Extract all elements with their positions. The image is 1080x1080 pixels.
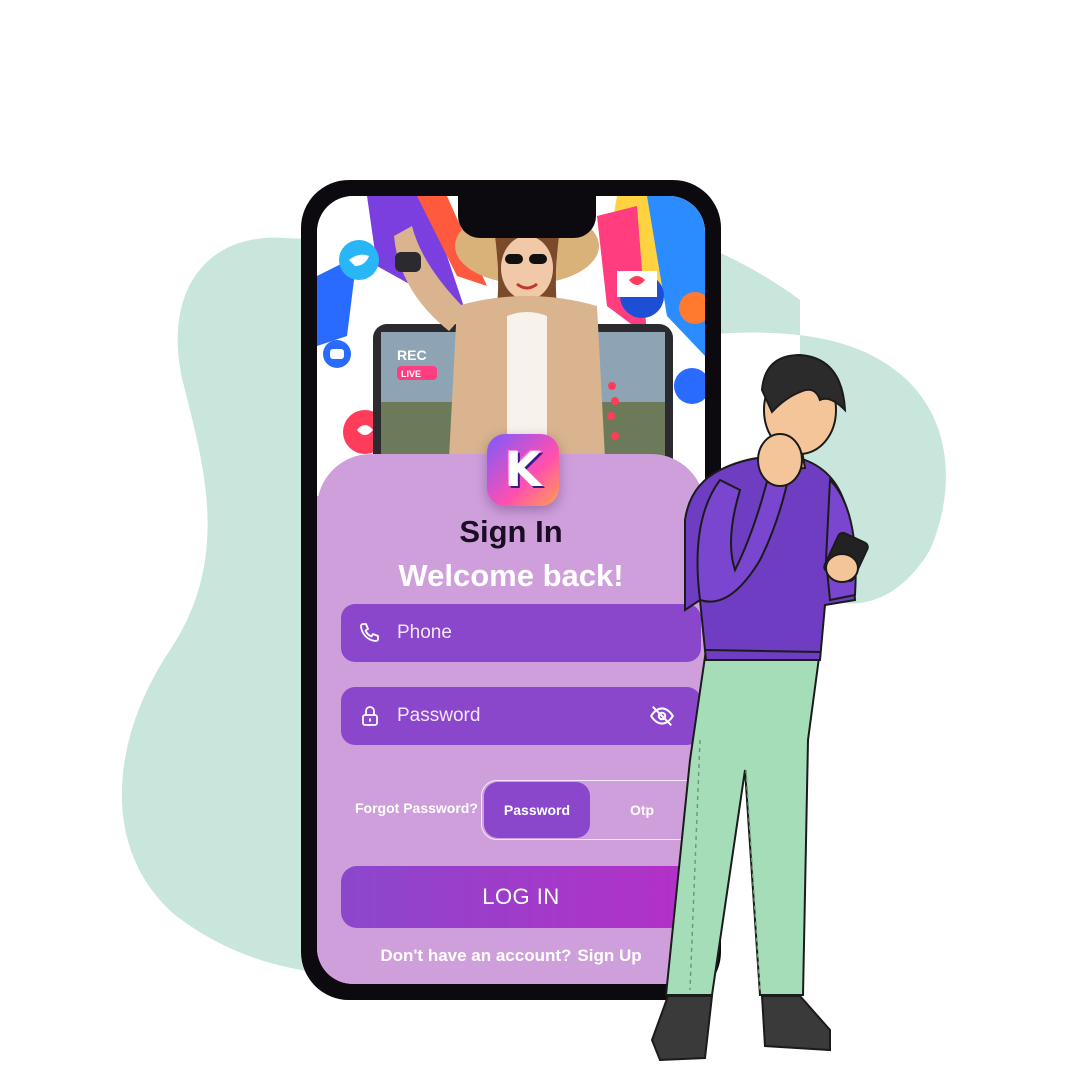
phone-notch	[458, 196, 596, 238]
lock-icon	[357, 703, 383, 729]
rec-label: REC	[397, 347, 427, 363]
phone-input[interactable]	[395, 621, 639, 645]
app-logo: K	[487, 434, 559, 506]
no-account-text: Don't have an account?	[380, 946, 572, 965]
live-label: LIVE	[401, 369, 421, 379]
phone-field[interactable]	[341, 604, 701, 662]
welcome-subtitle: Welcome back!	[398, 558, 624, 593]
phone-frame: REC LIVE K Sign In Welcome back! Phone F…	[301, 180, 721, 1000]
forgot-password-link[interactable]: Forgot Password?	[355, 800, 478, 816]
login-mode-toggle: Password Otp	[481, 780, 701, 840]
eye-off-icon[interactable]	[649, 703, 675, 729]
toggle-password[interactable]: Password	[484, 782, 590, 838]
page-title: Sign In	[459, 514, 563, 549]
phone-screen: REC LIVE K Sign In Welcome back! Phone F…	[317, 196, 705, 984]
app-logo-letter: K	[504, 442, 542, 498]
signup-link[interactable]: Sign Up	[577, 946, 641, 965]
password-input[interactable]	[395, 704, 639, 728]
password-field[interactable]	[341, 687, 701, 745]
toggle-otp[interactable]: Otp	[590, 782, 694, 838]
login-button[interactable]: LOG IN	[341, 866, 701, 928]
phone-icon	[357, 620, 383, 646]
signup-row: Don't have an account? Sign Up	[317, 946, 705, 966]
